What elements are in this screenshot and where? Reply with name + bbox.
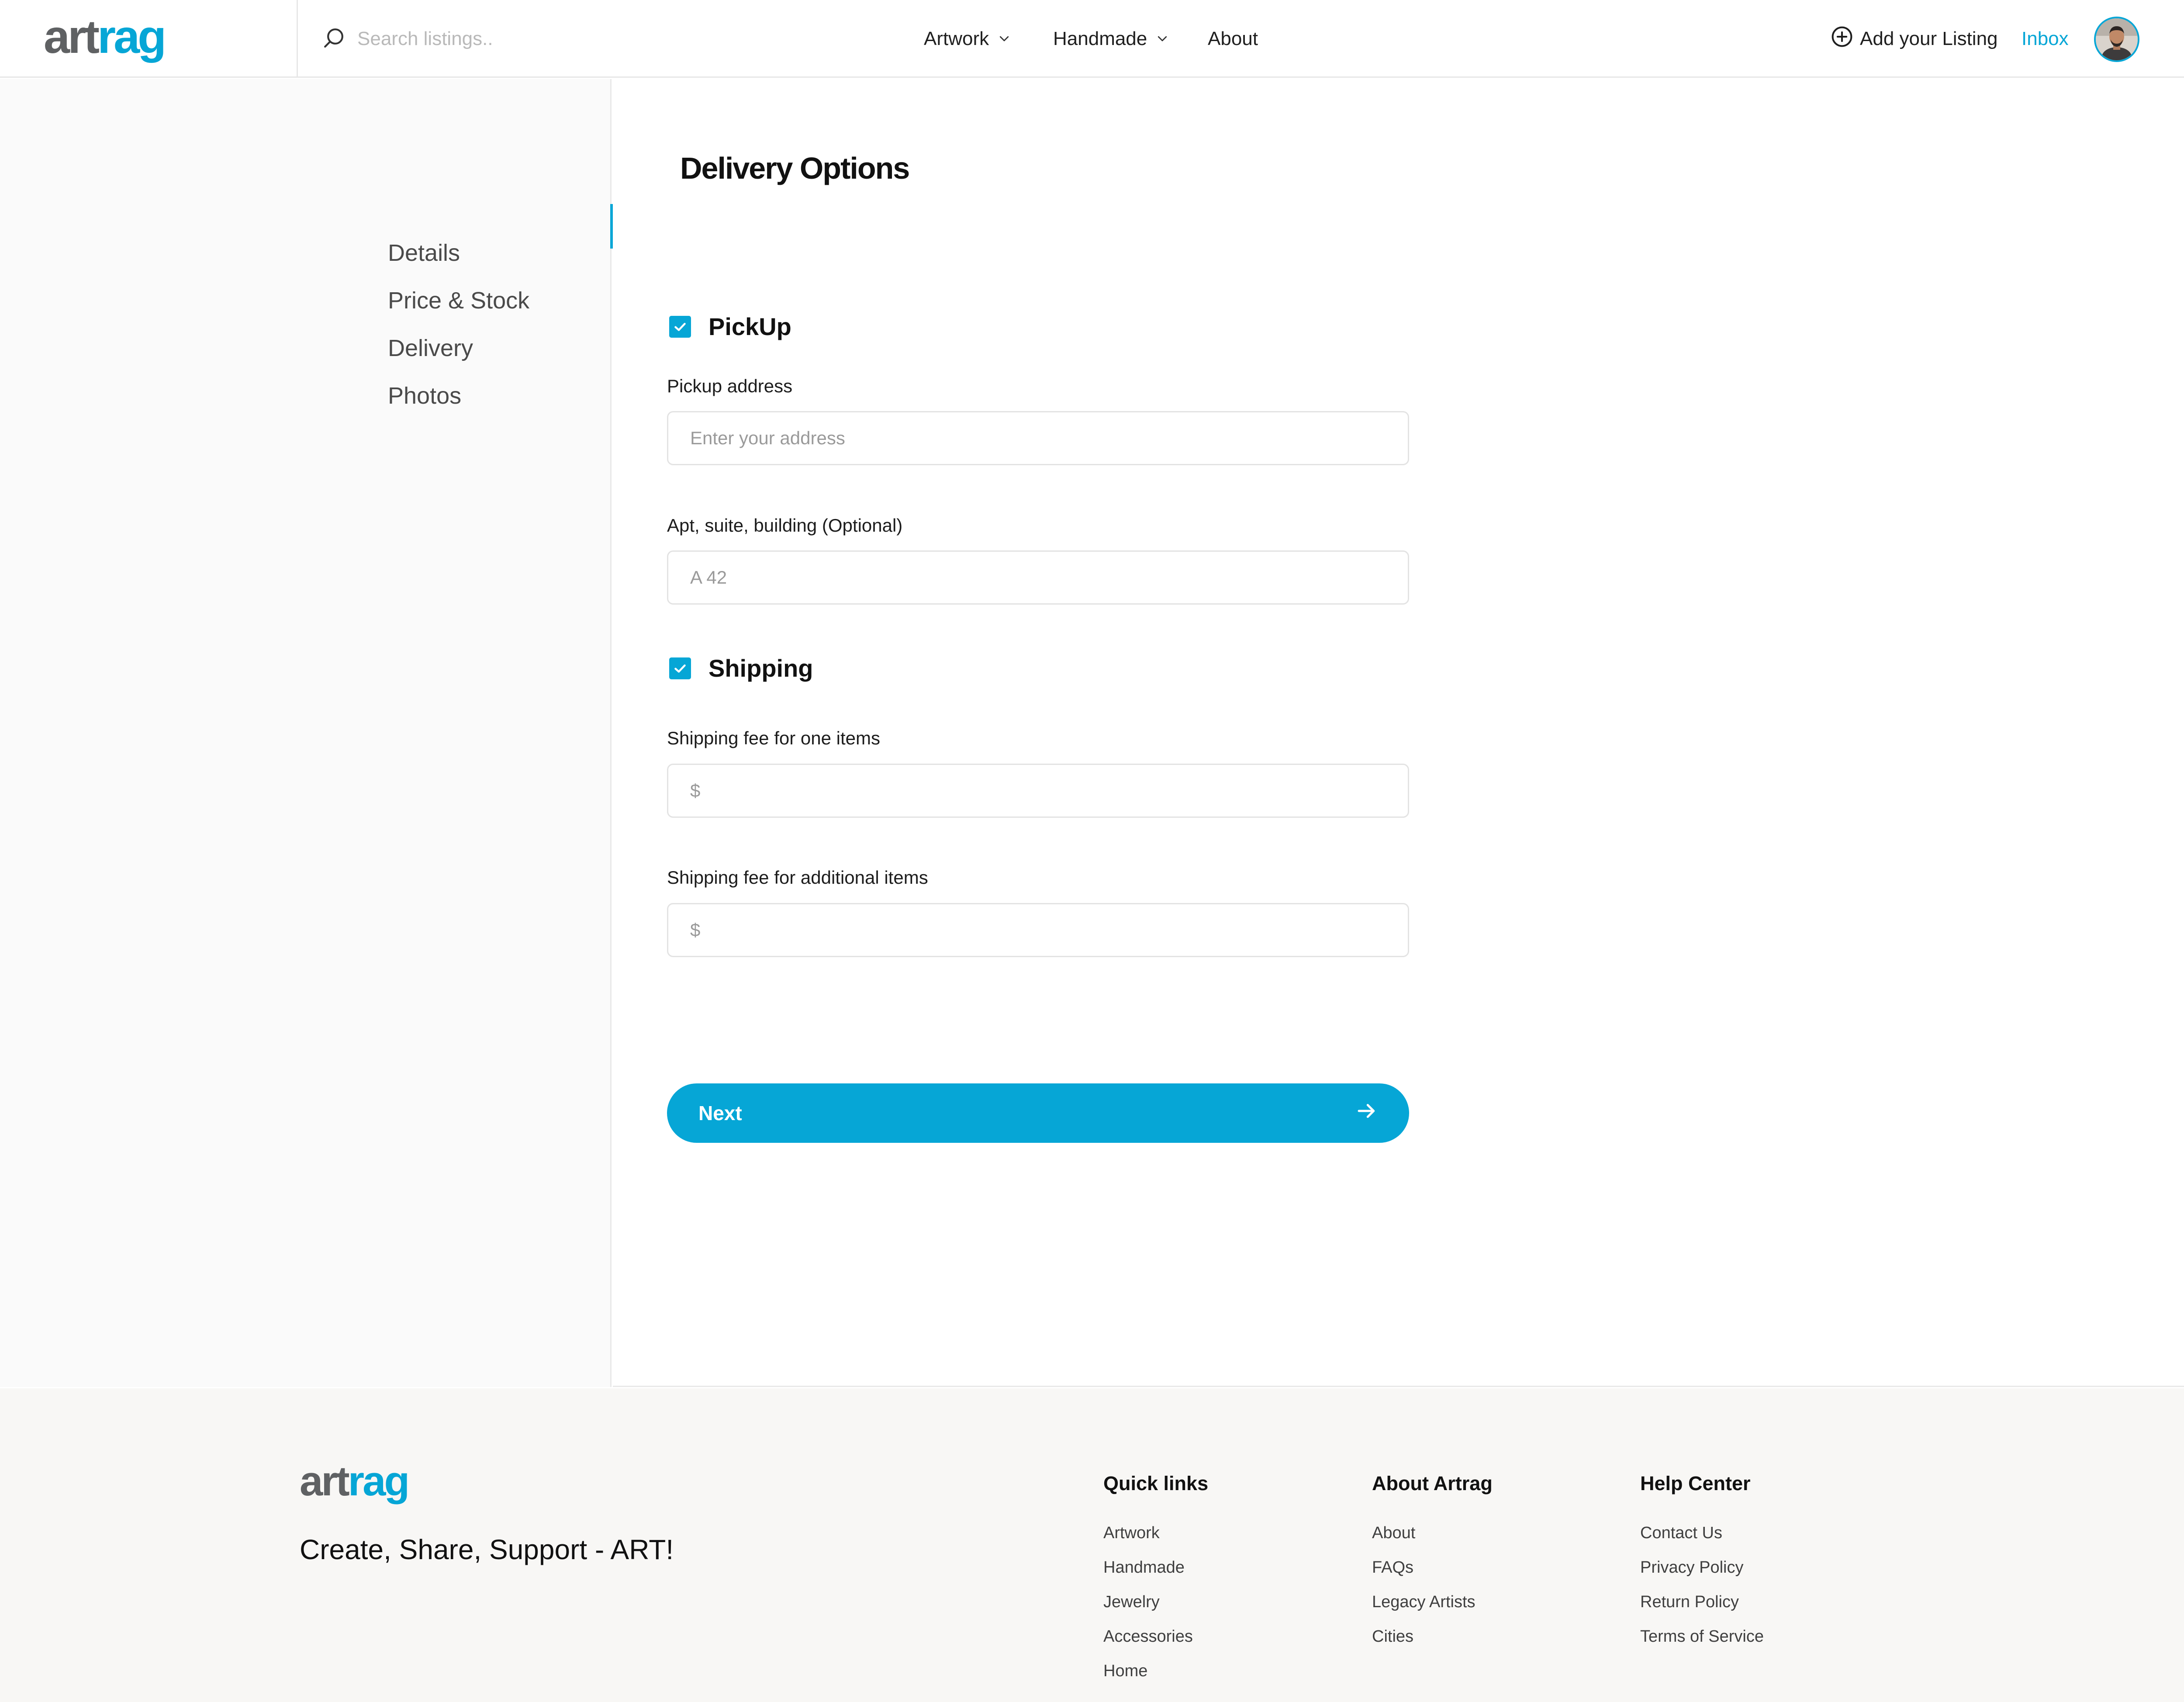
- top-header: artrag Artwork Handmade About Add your L…: [0, 0, 2184, 78]
- footer-column-about: About Artrag About FAQs Legacy Artists C…: [1372, 1472, 1493, 1654]
- sidebar: [0, 79, 612, 1387]
- nav-handmade-label: Handmade: [1053, 28, 1147, 49]
- footer-link-return-policy[interactable]: Return Policy: [1640, 1585, 1764, 1619]
- apt-label: Apt, suite, building (Optional): [667, 515, 903, 536]
- shipping-fee-additional-label: Shipping fee for additional items: [667, 867, 928, 888]
- footer-column-title: About Artrag: [1372, 1472, 1493, 1494]
- footer-column-help-center: Help Center Contact Us Privacy Policy Re…: [1640, 1472, 1764, 1654]
- sidebar-item-delivery[interactable]: Delivery: [388, 335, 473, 362]
- logo-part-art: art: [44, 10, 100, 63]
- pickup-checkbox-row[interactable]: PickUp: [669, 312, 791, 341]
- shipping-label: Shipping: [708, 654, 813, 682]
- footer-link-about[interactable]: About: [1372, 1516, 1493, 1550]
- shipping-fee-one-input[interactable]: [667, 764, 1409, 818]
- chevron-down-icon: [1156, 28, 1169, 50]
- chevron-down-icon: [998, 28, 1011, 50]
- footer-logo-part-art: art: [300, 1458, 350, 1505]
- footer-logo[interactable]: artrag: [300, 1458, 410, 1505]
- footer-link-accessories[interactable]: Accessories: [1103, 1619, 1208, 1654]
- footer-link-handmade[interactable]: Handmade: [1103, 1550, 1208, 1585]
- pickup-checkbox[interactable]: [669, 315, 691, 338]
- shipping-fee-one-label: Shipping fee for one items: [667, 728, 880, 748]
- checkmark-icon: [674, 664, 686, 673]
- add-listing-label: Add your Listing: [1860, 28, 1998, 49]
- checkmark-icon: [674, 322, 686, 331]
- footer-link-terms-of-service[interactable]: Terms of Service: [1640, 1619, 1764, 1654]
- artrag-logo[interactable]: artrag: [44, 10, 166, 63]
- sidebar-item-details[interactable]: Details: [388, 239, 460, 266]
- footer-link-privacy-policy[interactable]: Privacy Policy: [1640, 1550, 1764, 1585]
- footer-column-title: Help Center: [1640, 1472, 1751, 1494]
- nav-about-label: About: [1208, 28, 1258, 49]
- footer-column-quick-links: Quick links Artwork Handmade Jewelry Acc…: [1103, 1472, 1208, 1688]
- apt-input[interactable]: [667, 550, 1409, 605]
- next-button-label: Next: [698, 1102, 742, 1124]
- search-icon[interactable]: [321, 26, 346, 52]
- logo-part-rag: rag: [97, 10, 166, 63]
- sidebar-item-price-stock[interactable]: Price & Stock: [388, 287, 529, 314]
- shipping-checkbox-row[interactable]: Shipping: [669, 654, 813, 682]
- footer-link-legacy-artists[interactable]: Legacy Artists: [1372, 1585, 1493, 1619]
- footer-link-jewelry[interactable]: Jewelry: [1103, 1585, 1208, 1619]
- page-title: Delivery Options: [680, 151, 910, 185]
- footer-link-cities[interactable]: Cities: [1372, 1619, 1493, 1654]
- sidebar-item-photos[interactable]: Photos: [388, 382, 461, 409]
- next-button[interactable]: Next: [667, 1083, 1409, 1143]
- header-divider: [297, 0, 298, 78]
- footer-link-contact-us[interactable]: Contact Us: [1640, 1516, 1764, 1550]
- search-input[interactable]: [357, 28, 663, 50]
- nav-about[interactable]: About: [1208, 25, 1258, 52]
- footer-column-title: Quick links: [1103, 1472, 1209, 1494]
- arrow-right-icon: [1355, 1099, 1379, 1128]
- avatar-portrait-icon: [2096, 18, 2138, 60]
- user-avatar[interactable]: [2094, 17, 2139, 62]
- search-bar: [321, 25, 663, 52]
- pickup-address-label: Pickup address: [667, 376, 793, 396]
- footer-link-artwork[interactable]: Artwork: [1103, 1516, 1208, 1550]
- nav-handmade[interactable]: Handmade: [1053, 25, 1169, 52]
- add-listing-button[interactable]: Add your Listing: [1830, 25, 1998, 52]
- footer-logo-part-rag: rag: [348, 1458, 410, 1505]
- inbox-link[interactable]: Inbox: [2022, 25, 2069, 52]
- footer-tagline: Create, Share, Support - ART!: [300, 1534, 674, 1565]
- plus-circle-icon: [1830, 25, 1854, 53]
- pickup-address-input[interactable]: [667, 411, 1409, 465]
- footer-link-faqs[interactable]: FAQs: [1372, 1550, 1493, 1585]
- shipping-checkbox[interactable]: [669, 657, 691, 679]
- footer-link-home[interactable]: Home: [1103, 1654, 1208, 1688]
- pickup-label: PickUp: [708, 313, 791, 340]
- nav-artwork-label: Artwork: [924, 28, 989, 49]
- nav-artwork[interactable]: Artwork: [924, 25, 1011, 52]
- inbox-label: Inbox: [2022, 28, 2069, 49]
- shipping-fee-additional-input[interactable]: [667, 903, 1409, 957]
